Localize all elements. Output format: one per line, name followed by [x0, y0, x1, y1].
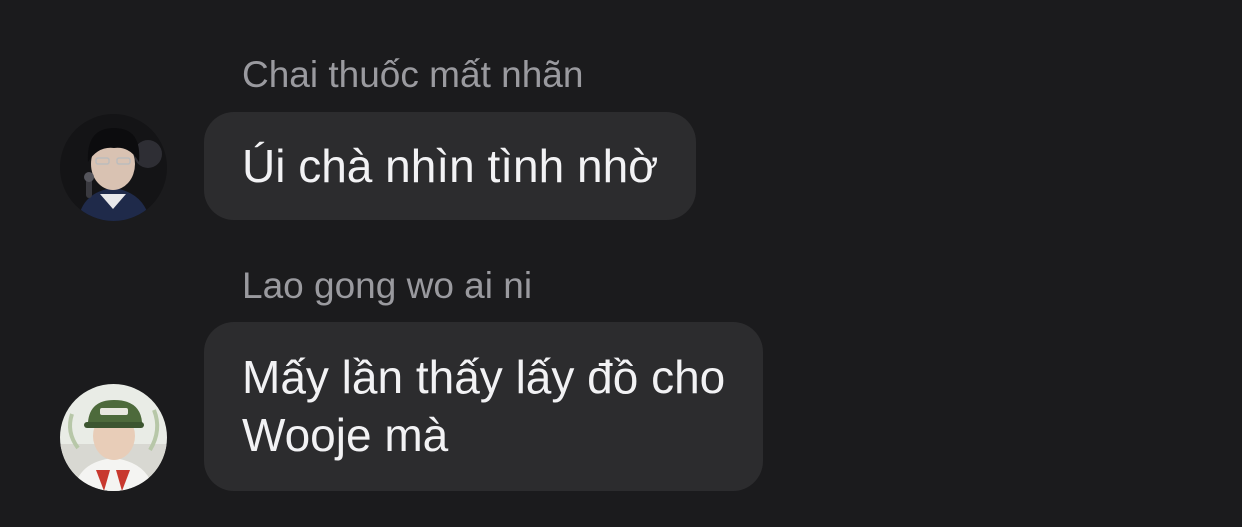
chat-thread: Chai thuốc mất nhãn Úi chà nhìn tình nhờ…	[0, 0, 1242, 527]
avatar[interactable]	[60, 384, 167, 491]
message-bubble[interactable]: Mấy lần thấy lấy đồ cho Wooje mà	[204, 322, 764, 491]
message-text-line: Wooje mà	[242, 409, 449, 461]
sender-name: Chai thuốc mất nhãn	[242, 54, 584, 95]
sender-name: Lao gong wo ai ni	[242, 265, 533, 306]
message-text-line: Mấy lần thấy lấy đồ cho	[242, 351, 726, 403]
user-avatar-green-cap-icon	[60, 384, 167, 491]
avatar[interactable]	[60, 114, 167, 221]
message-text-line: Úi chà nhìn tình nhờ	[242, 140, 659, 192]
message-bubble[interactable]: Úi chà nhìn tình nhờ	[204, 112, 697, 220]
user-avatar-dark-hair-icon	[60, 114, 167, 221]
